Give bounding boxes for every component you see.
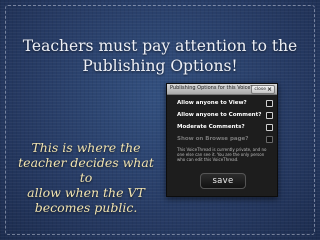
- close-button[interactable]: close ×: [251, 85, 275, 94]
- close-label: close: [254, 87, 266, 92]
- privacy-info-text: This VoiceThread is currently private, a…: [177, 147, 267, 162]
- option-label: Show on Browse page?: [177, 136, 249, 142]
- option-show-browse: Show on Browse page?: [177, 135, 273, 143]
- side-text-line-1: This is where the: [31, 140, 141, 155]
- publishing-options-dialog: Publishing Options for this VoiceThread …: [166, 83, 278, 197]
- slide-title-line-1: Teachers must pay attention to the: [22, 37, 298, 55]
- option-label: Allow anyone to View?: [177, 100, 247, 106]
- option-moderate-comments: Moderate Comments?: [177, 123, 273, 131]
- show-browse-checkbox[interactable]: [266, 136, 273, 143]
- side-text-line-4: becomes public.: [34, 200, 138, 215]
- option-allow-comment: Allow anyone to Comment?: [177, 111, 273, 119]
- allow-comment-checkbox[interactable]: [266, 112, 273, 119]
- slide-title-line-2: Publishing Options!: [82, 57, 238, 75]
- option-allow-view: Allow anyone to View?: [177, 99, 273, 107]
- slide-title: Teachers must pay attention to the Publi…: [20, 36, 300, 76]
- option-label: Allow anyone to Comment?: [177, 112, 262, 118]
- close-icon: ×: [266, 85, 272, 93]
- slide-side-text: This is where the teacher decides what t…: [10, 140, 162, 215]
- side-text-line-3: allow when the VT: [27, 185, 145, 200]
- allow-view-checkbox[interactable]: [266, 100, 273, 107]
- option-label: Moderate Comments?: [177, 124, 245, 130]
- save-button[interactable]: save: [200, 173, 246, 189]
- moderate-comments-checkbox[interactable]: [266, 124, 273, 131]
- side-text-line-2: teacher decides what to: [18, 155, 154, 185]
- dialog-header: Publishing Options for this VoiceThread …: [167, 84, 277, 95]
